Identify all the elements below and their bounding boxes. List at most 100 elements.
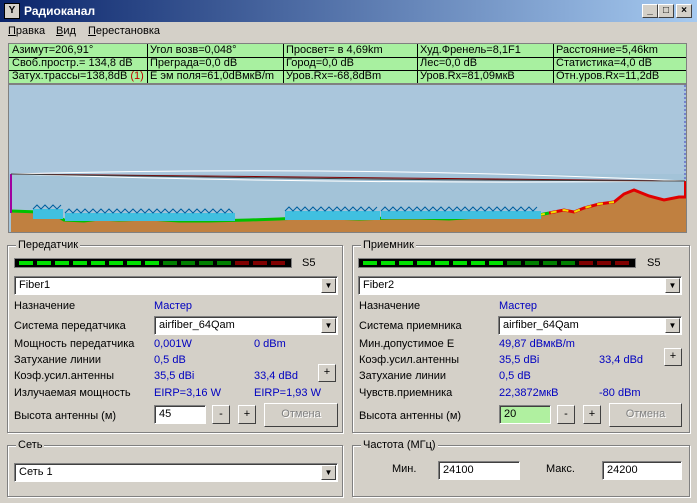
rx-device-value: Fiber2	[363, 279, 395, 291]
tx-gain-label: Коэф.усил.антенны	[14, 370, 115, 382]
tx-gain-dbd[interactable]: 33,4 dBd	[254, 370, 298, 382]
terrain-profile-svg	[9, 85, 686, 232]
freq-max-input[interactable]: 24200	[602, 461, 682, 480]
tx-gain-dbi[interactable]: 35,5 dBi	[154, 370, 194, 382]
tx-device-value: Fiber1	[19, 279, 51, 291]
meter-segment	[253, 261, 267, 265]
rx-height-label: Высота антенны (м)	[359, 410, 462, 422]
meter-segment	[435, 261, 449, 265]
tx-device-select[interactable]: Fiber1 ▼	[14, 276, 338, 295]
terrain-profile-view[interactable]	[8, 84, 687, 233]
rx-gain-dbd[interactable]: 33,4 dBd	[599, 354, 643, 366]
tx-eirp-value: EIRP=3,16 W	[154, 387, 221, 399]
tx-cancel-button[interactable]: Отмена	[264, 403, 338, 427]
menu-edit[interactable]: Правка	[8, 25, 45, 37]
rx-loss-value[interactable]: 0,5 dB	[499, 370, 531, 382]
tx-system-select[interactable]: airfiber_64Qam ▼	[154, 316, 338, 335]
rx-cancel-button[interactable]: Отмена	[609, 403, 682, 427]
meter-segment	[543, 261, 557, 265]
freq-min-input[interactable]: 24100	[438, 461, 520, 480]
antenna-icon[interactable]: Y	[4, 3, 20, 19]
meter-segment	[453, 261, 467, 265]
path-loss: Затух.трассы=138,8dB (1)	[12, 70, 144, 82]
rx-system-select[interactable]: airfiber_64Qam ▼	[498, 316, 682, 335]
meter-segment	[91, 261, 105, 265]
title-bar: Y Радиоканал _ □ ×	[0, 0, 697, 22]
tx-power-w[interactable]: 0,001W	[154, 338, 192, 350]
rx-meter-label: S5	[647, 257, 661, 269]
city-loss: Город=0,0 dB	[286, 57, 354, 69]
rx-loss-label: Затухание линии	[359, 370, 446, 382]
rx-gain-label: Коэф.усил.антенны	[359, 354, 460, 366]
rx-sensitivity-uv[interactable]: 22,3872мкВ	[499, 387, 558, 399]
chevron-down-icon[interactable]: ▼	[665, 278, 680, 293]
meter-segment	[525, 261, 539, 265]
menu-view[interactable]: Вид	[56, 25, 76, 37]
rx-gain-plus-button[interactable]: +	[664, 348, 682, 366]
chevron-down-icon[interactable]: ▼	[321, 278, 336, 293]
meter-segment	[181, 261, 195, 265]
tx-system-label: Система передатчика	[14, 320, 126, 332]
elevation-angle: Угол возв=0,048°	[150, 44, 237, 56]
rx-device-select[interactable]: Fiber2 ▼	[358, 276, 682, 295]
tx-assignment-value[interactable]: Мастер	[154, 300, 192, 312]
network-select[interactable]: Сеть 1 ▼	[14, 463, 338, 482]
menu-bar: Правка Вид Перестановка	[0, 22, 697, 41]
rx-assignment-value[interactable]: Мастер	[499, 300, 537, 312]
tx-system-value: airfiber_64Qam	[159, 319, 235, 331]
tx-height-minus-button[interactable]: -	[212, 405, 230, 424]
chevron-down-icon[interactable]: ▼	[321, 465, 336, 480]
tx-gain-plus-button[interactable]: +	[318, 364, 336, 382]
tx-meter-label: S5	[302, 257, 316, 269]
rx-min-e-value[interactable]: 49,87 dBмкВ/m	[499, 338, 575, 350]
meter-segment	[217, 261, 231, 265]
menu-swap[interactable]: Перестановка	[88, 25, 160, 37]
rx-min-e-label: Мин.допустимое Е	[359, 338, 455, 350]
worst-fresnel: Худ.Френель=8,1F1	[420, 44, 521, 56]
meter-segment	[363, 261, 377, 265]
chevron-down-icon[interactable]: ▼	[665, 318, 680, 333]
window-title: Радиоканал	[24, 4, 96, 18]
relative-rx-level: Отн.уров.Rx=11,2dB	[556, 70, 660, 82]
rx-height-plus-button[interactable]: +	[583, 405, 601, 424]
meter-segment	[579, 261, 593, 265]
minimize-icon[interactable]: _	[642, 4, 658, 18]
tx-loss-label: Затухание линии	[14, 354, 101, 366]
rx-sensitivity-dbm[interactable]: -80 dBm	[599, 387, 641, 399]
rx-system-label: Система приемника	[359, 320, 462, 332]
freq-min-label: Мин.	[392, 463, 417, 475]
meter-segment	[381, 261, 395, 265]
tx-height-input[interactable]: 45	[154, 405, 206, 424]
meter-segment	[615, 261, 629, 265]
freq-max-label: Макс.	[546, 463, 575, 475]
distance: Расстояние=5,46km	[556, 44, 658, 56]
meter-segment	[235, 261, 249, 265]
meter-segment	[597, 261, 611, 265]
rx-height-minus-button[interactable]: -	[557, 405, 575, 424]
tx-power-dbm[interactable]: 0 dBm	[254, 338, 286, 350]
meter-segment	[73, 261, 87, 265]
azimuth: Азимут=206,91°	[12, 44, 94, 56]
meter-segment	[199, 261, 213, 265]
link-info-panel: Азимут=206,91° Угол возв=0,048° Просвет=…	[8, 43, 687, 84]
rx-gain-dbi[interactable]: 35,5 dBi	[499, 354, 539, 366]
rx-level-uv: Уров.Rx=81,09мкВ	[420, 70, 515, 82]
meter-segment	[109, 261, 123, 265]
maximize-icon[interactable]: □	[658, 4, 674, 18]
close-icon[interactable]: ×	[676, 4, 692, 18]
obstacle-loss: Преграда=0,0 dB	[150, 57, 238, 69]
tx-height-plus-button[interactable]: +	[238, 405, 256, 424]
meter-segment	[417, 261, 431, 265]
network-value: Сеть 1	[19, 466, 53, 478]
chevron-down-icon[interactable]: ▼	[321, 318, 336, 333]
receiver-group-title: Приемник	[361, 239, 416, 251]
meter-segment	[507, 261, 521, 265]
tx-signal-meter	[14, 258, 292, 268]
tx-erp-value: EIRP=1,93 W	[254, 387, 321, 399]
meter-segment	[561, 261, 575, 265]
tx-loss-value[interactable]: 0,5 dB	[154, 354, 186, 366]
meter-segment	[37, 261, 51, 265]
rx-height-input[interactable]: 20	[499, 405, 551, 424]
free-space-loss: Своб.простр.= 134,8 dB	[12, 57, 133, 69]
path-loss-flag: (1)	[130, 70, 144, 82]
